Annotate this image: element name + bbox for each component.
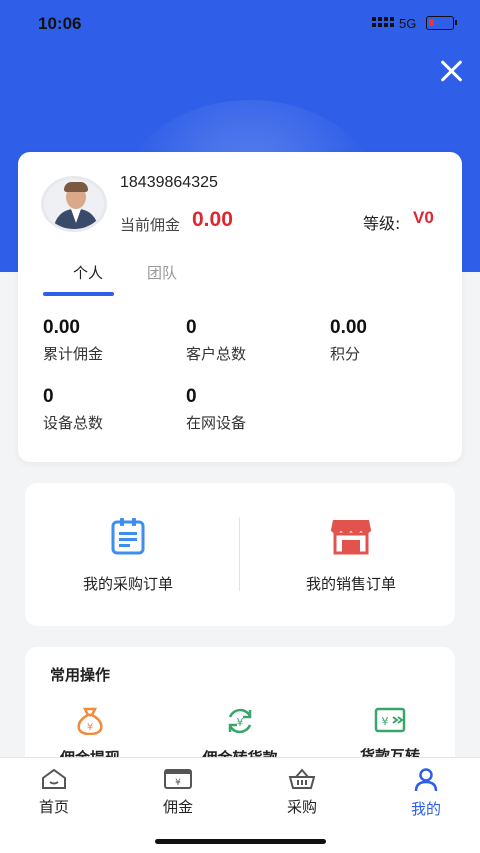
stat-value: 0 <box>186 317 197 338</box>
svg-text:¥: ¥ <box>175 778 181 788</box>
nav-label: 佣金 <box>162 798 193 816</box>
stat-value: 0 <box>43 386 54 407</box>
stat-value: 0.00 <box>330 317 367 338</box>
sales-orders-button[interactable]: 我的销售订单 <box>276 517 426 594</box>
home-icon <box>42 768 66 789</box>
stat-total-devices[interactable]: 0 设备总数 <box>43 386 103 433</box>
divider <box>239 517 240 591</box>
status-time: 10:06 <box>38 14 82 33</box>
clipboard-icon <box>111 518 145 555</box>
nav-home[interactable]: 首页 <box>14 768 94 817</box>
stat-online-devices[interactable]: 0 在网设备 <box>186 386 246 433</box>
nav-label: 我的 <box>410 800 441 818</box>
stat-label: 客户总数 <box>186 345 247 363</box>
transfer-icon: ¥ <box>374 707 406 733</box>
yuan-exchange-icon: ¥ <box>228 708 252 734</box>
sales-orders-label: 我的销售订单 <box>305 575 396 593</box>
nav-purchase[interactable]: 采购 <box>262 768 342 817</box>
close-icon[interactable] <box>436 56 466 86</box>
stat-value: 0.00 <box>43 317 80 338</box>
money-bag-icon: ¥ <box>77 707 103 736</box>
commission-value: 0.00 <box>192 208 233 231</box>
stat-label: 设备总数 <box>43 414 104 432</box>
stat-label: 在网设备 <box>186 414 247 432</box>
nav-commission[interactable]: ¥ 佣金 <box>138 768 218 817</box>
nav-label: 采购 <box>286 798 317 816</box>
signal-icon <box>372 17 394 27</box>
user-phone: 18439864325 <box>120 174 218 191</box>
svg-text:¥: ¥ <box>87 722 93 733</box>
battery-icon <box>426 16 457 30</box>
stat-total-customers[interactable]: 0 客户总数 <box>186 317 246 364</box>
avatar[interactable] <box>41 176 107 232</box>
purchase-orders-label: 我的采购订单 <box>82 575 173 593</box>
nav-label: 首页 <box>38 798 69 816</box>
network-type: 5G <box>399 16 417 31</box>
common-operations-card: 常用操作 ¥ 佣金提现 ¥ 佣金转货款 ¥ 货款互转 <box>25 647 455 767</box>
tab-active-indicator <box>43 292 114 296</box>
level-label: 等级: <box>363 214 401 233</box>
stat-label: 积分 <box>330 345 361 363</box>
status-bar: 10:06 5G <box>0 0 480 50</box>
tab-team[interactable]: 团队 <box>147 262 177 283</box>
svg-text:¥: ¥ <box>382 715 389 728</box>
user-icon <box>414 768 438 792</box>
commission-label: 当前佣金 <box>120 216 181 234</box>
stat-total-commission[interactable]: 0.00 累计佣金 <box>43 317 103 364</box>
svg-text:¥: ¥ <box>237 716 244 729</box>
nav-mine[interactable]: 我的 <box>386 768 466 819</box>
stat-value: 0 <box>186 386 197 407</box>
orders-card: 我的采购订单 我的销售订单 <box>25 483 455 626</box>
purchase-orders-button[interactable]: 我的采购订单 <box>53 517 203 594</box>
basket-icon <box>288 768 316 789</box>
level-value: V0 <box>413 208 434 227</box>
profile-card: 18439864325 当前佣金 0.00 等级: V0 个人 团队 0.00 … <box>18 152 462 462</box>
stat-label: 累计佣金 <box>43 345 104 363</box>
store-icon <box>330 520 372 555</box>
home-indicator <box>155 839 326 844</box>
tab-personal[interactable]: 个人 <box>61 262 115 283</box>
wallet-icon: ¥ <box>164 769 192 789</box>
stat-points[interactable]: 0.00 积分 <box>330 317 367 364</box>
section-title: 常用操作 <box>50 666 111 684</box>
